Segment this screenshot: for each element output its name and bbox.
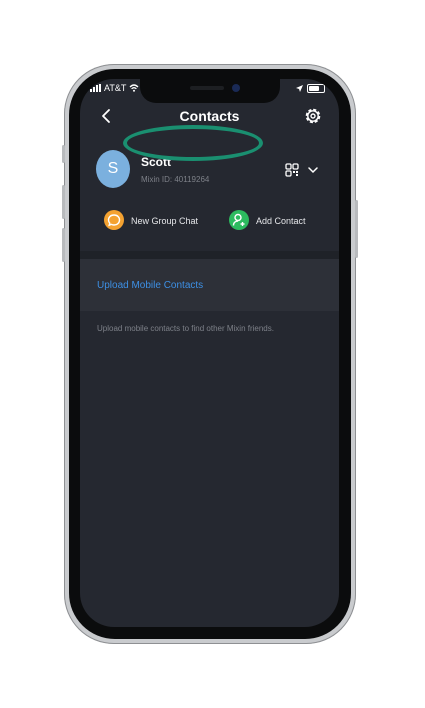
upload-mobile-contacts-row[interactable]: Upload Mobile Contacts — [80, 259, 339, 311]
speaker — [190, 86, 224, 90]
actions-row: New Group Chat Add Contact — [80, 203, 339, 239]
add-contact-label[interactable]: Add Contact — [256, 216, 306, 226]
avatar: S — [96, 150, 130, 188]
upload-hint-text: Upload mobile contacts to find other Mix… — [97, 324, 274, 333]
new-group-chat-button[interactable] — [104, 210, 124, 230]
volume-up-button — [62, 185, 65, 219]
battery-icon — [307, 84, 325, 93]
section-divider — [80, 251, 339, 259]
status-bar-left: AT&T — [90, 83, 139, 93]
location-icon — [296, 85, 303, 92]
volume-down-button — [62, 228, 65, 262]
add-person-icon — [232, 213, 245, 226]
signal-icon — [90, 84, 101, 92]
add-contact-button[interactable] — [229, 210, 249, 230]
power-button — [355, 200, 358, 258]
add-contact-highlight-ring — [123, 125, 263, 161]
qr-code-icon[interactable] — [285, 163, 299, 177]
gear-icon[interactable] — [303, 106, 323, 126]
wifi-icon — [129, 84, 139, 92]
chevron-down-icon[interactable] — [308, 166, 318, 174]
front-camera — [232, 84, 240, 92]
app-screen: AT&T Contacts S Scott Mixin ID: 40119264 — [80, 79, 339, 627]
new-group-chat-label[interactable]: New Group Chat — [131, 216, 198, 226]
mixin-id: Mixin ID: 40119264 — [141, 175, 210, 184]
notch — [140, 79, 280, 103]
carrier-label: AT&T — [104, 83, 127, 93]
upload-mobile-contacts-link[interactable]: Upload Mobile Contacts — [97, 280, 203, 291]
chat-bubble-icon — [107, 214, 121, 227]
status-bar-right — [296, 84, 325, 93]
mute-switch — [62, 145, 65, 163]
page-title: Contacts — [179, 108, 240, 124]
